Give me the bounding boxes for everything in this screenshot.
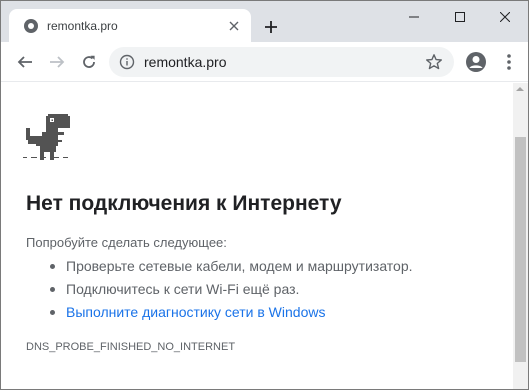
suggestion-list: Проверьте сетевые кабели, модем и маршру… bbox=[26, 255, 413, 324]
info-icon[interactable] bbox=[119, 54, 135, 70]
bullet bbox=[50, 310, 55, 315]
tab-strip: remontka.pro bbox=[1, 1, 528, 42]
close-icon[interactable] bbox=[482, 1, 528, 33]
minimize-icon[interactable] bbox=[391, 1, 437, 33]
reload-icon[interactable] bbox=[77, 50, 101, 74]
address-bar[interactable]: remontka.pro bbox=[109, 47, 454, 77]
scrollbar-thumb[interactable] bbox=[515, 137, 526, 362]
browser-window: remontka.pro remontka.pro Нет подключени… bbox=[0, 0, 529, 390]
offline-dino-icon[interactable] bbox=[26, 114, 70, 161]
maximize-icon[interactable] bbox=[437, 1, 483, 33]
list-item: Подключитесь к сети Wi-Fi ещё раз. bbox=[26, 278, 413, 301]
scroll-up-icon[interactable] bbox=[516, 87, 524, 91]
suggestions-heading: Попробуйте сделать следующее: bbox=[26, 235, 227, 250]
star-icon[interactable] bbox=[425, 53, 443, 71]
tab-remontka[interactable]: remontka.pro bbox=[9, 9, 251, 42]
globe-icon bbox=[23, 18, 39, 34]
network-diagnostics-link[interactable]: Выполните диагностику сети в Windows bbox=[66, 304, 325, 320]
back-icon[interactable] bbox=[13, 50, 37, 74]
dino-ground bbox=[23, 157, 68, 158]
forward-icon[interactable] bbox=[45, 50, 69, 74]
tab-title: remontka.pro bbox=[47, 19, 118, 33]
suggestion-check-cables: Проверьте сетевые кабели, модем и маршру… bbox=[66, 258, 413, 274]
page-content: Нет подключения к Интернету Попробуйте с… bbox=[1, 83, 513, 389]
bullet bbox=[50, 287, 55, 292]
suggestion-reconnect-wifi: Подключитесь к сети Wi-Fi ещё раз. bbox=[66, 281, 300, 297]
url-text[interactable]: remontka.pro bbox=[144, 54, 226, 70]
page-title: Нет подключения к Интернету bbox=[26, 192, 342, 215]
list-item: Проверьте сетевые кабели, модем и маршру… bbox=[26, 255, 413, 278]
tab-close-icon[interactable] bbox=[225, 17, 243, 35]
list-item: Выполните диагностику сети в Windows bbox=[26, 301, 413, 324]
toolbar: remontka.pro bbox=[1, 42, 528, 82]
profile-icon[interactable] bbox=[464, 50, 488, 74]
vertical-scrollbar[interactable] bbox=[513, 83, 528, 389]
bullet bbox=[50, 264, 55, 269]
error-code: DNS_PROBE_FINISHED_NO_INTERNET bbox=[26, 341, 236, 353]
menu-icon[interactable] bbox=[497, 50, 521, 74]
new-tab-button[interactable] bbox=[259, 15, 283, 39]
